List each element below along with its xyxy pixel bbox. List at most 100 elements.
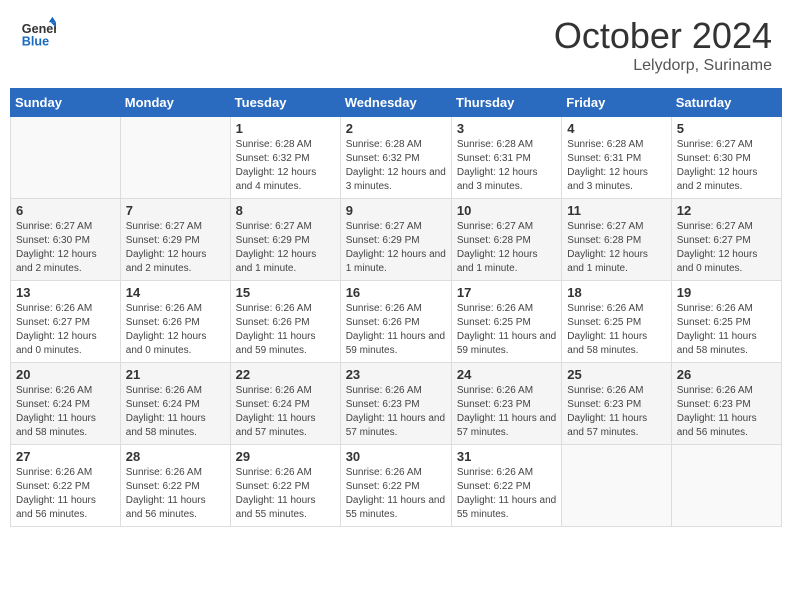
- day-info: Sunrise: 6:26 AMSunset: 6:25 PMDaylight:…: [457, 302, 556, 358]
- weekday-header-thursday: Thursday: [451, 89, 561, 117]
- day-number: 18: [567, 285, 665, 300]
- day-info: Sunrise: 6:27 AMSunset: 6:29 PMDaylight:…: [236, 220, 335, 276]
- week-row-1: 1 Sunrise: 6:28 AMSunset: 6:32 PMDaylight…: [11, 117, 782, 199]
- calendar-cell: 20 Sunrise: 6:26 AMSunset: 6:24 PMDayligh…: [11, 363, 121, 445]
- calendar-cell: 4 Sunrise: 6:28 AMSunset: 6:31 PMDaylight…: [562, 117, 671, 199]
- logo-icon: General Blue: [20, 15, 56, 51]
- calendar-cell: 24 Sunrise: 6:26 AMSunset: 6:23 PMDayligh…: [451, 363, 561, 445]
- calendar-cell: [11, 117, 121, 199]
- day-info: Sunrise: 6:26 AMSunset: 6:24 PMDaylight:…: [126, 384, 225, 440]
- day-info: Sunrise: 6:26 AMSunset: 6:22 PMDaylight:…: [126, 466, 225, 522]
- day-info: Sunrise: 6:28 AMSunset: 6:31 PMDaylight:…: [457, 138, 556, 194]
- week-row-5: 27 Sunrise: 6:26 AMSunset: 6:22 PMDayligh…: [11, 445, 782, 527]
- calendar-cell: 26Sunrise: 6:26 AMSunset: 6:23 PMDayligh…: [671, 363, 781, 445]
- calendar-cell: 16 Sunrise: 6:26 AMSunset: 6:26 PMDayligh…: [340, 281, 451, 363]
- day-info: Sunrise: 6:26 AMSunset: 6:22 PMDaylight:…: [16, 466, 115, 522]
- day-info: Sunrise: 6:26 AMSunset: 6:24 PMDaylight:…: [236, 384, 335, 440]
- weekday-header-monday: Monday: [120, 89, 230, 117]
- day-number: 20: [16, 367, 115, 382]
- page-header: General Blue October 2024 Lelydorp, Suri…: [10, 10, 782, 80]
- day-number: 9: [346, 203, 446, 218]
- weekday-header-sunday: Sunday: [11, 89, 121, 117]
- day-number: 17: [457, 285, 556, 300]
- calendar-cell: 5Sunrise: 6:27 AMSunset: 6:30 PMDaylight…: [671, 117, 781, 199]
- svg-text:Blue: Blue: [22, 35, 49, 49]
- day-number: 30: [346, 449, 446, 464]
- calendar-cell: 17 Sunrise: 6:26 AMSunset: 6:25 PMDayligh…: [451, 281, 561, 363]
- calendar-cell: 6Sunrise: 6:27 AMSunset: 6:30 PMDaylight…: [11, 199, 121, 281]
- day-number: 23: [346, 367, 446, 382]
- weekday-header-saturday: Saturday: [671, 89, 781, 117]
- day-info: Sunrise: 6:27 AMSunset: 6:29 PMDaylight:…: [126, 220, 225, 276]
- calendar-cell: 22Sunrise: 6:26 AMSunset: 6:24 PMDayligh…: [230, 363, 340, 445]
- day-info: Sunrise: 6:28 AMSunset: 6:32 PMDaylight:…: [236, 138, 335, 194]
- week-row-2: 6Sunrise: 6:27 AMSunset: 6:30 PMDaylight…: [11, 199, 782, 281]
- day-number: 1: [236, 121, 335, 136]
- calendar-cell: 23 Sunrise: 6:26 AMSunset: 6:23 PMDayligh…: [340, 363, 451, 445]
- calendar-cell: [562, 445, 671, 527]
- day-info: Sunrise: 6:26 AMSunset: 6:22 PMDaylight:…: [346, 466, 446, 522]
- day-number: 25: [567, 367, 665, 382]
- day-number: 16: [346, 285, 446, 300]
- calendar-cell: 19Sunrise: 6:26 AMSunset: 6:25 PMDayligh…: [671, 281, 781, 363]
- day-number: 29: [236, 449, 335, 464]
- day-info: Sunrise: 6:26 AMSunset: 6:24 PMDaylight:…: [16, 384, 115, 440]
- calendar-cell: 2Sunrise: 6:28 AMSunset: 6:32 PMDaylight…: [340, 117, 451, 199]
- day-info: Sunrise: 6:26 AMSunset: 6:25 PMDaylight:…: [567, 302, 665, 358]
- day-number: 31: [457, 449, 556, 464]
- weekday-header-wednesday: Wednesday: [340, 89, 451, 117]
- calendar-cell: 14Sunrise: 6:26 AMSunset: 6:26 PMDayligh…: [120, 281, 230, 363]
- calendar-table: SundayMondayTuesdayWednesdayThursdayFrid…: [10, 88, 782, 527]
- calendar-cell: 21 Sunrise: 6:26 AMSunset: 6:24 PMDayligh…: [120, 363, 230, 445]
- day-number: 4: [567, 121, 665, 136]
- weekday-header-tuesday: Tuesday: [230, 89, 340, 117]
- day-info: Sunrise: 6:27 AMSunset: 6:28 PMDaylight:…: [457, 220, 556, 276]
- month-title: October 2024: [554, 15, 772, 57]
- calendar-cell: 8 Sunrise: 6:27 AMSunset: 6:29 PMDaylight…: [230, 199, 340, 281]
- day-info: Sunrise: 6:26 AMSunset: 6:23 PMDaylight:…: [346, 384, 446, 440]
- day-info: Sunrise: 6:28 AMSunset: 6:31 PMDaylight:…: [567, 138, 665, 194]
- day-info: Sunrise: 6:27 AMSunset: 6:30 PMDaylight:…: [16, 220, 115, 276]
- day-info: Sunrise: 6:26 AMSunset: 6:27 PMDaylight:…: [16, 302, 115, 358]
- day-number: 24: [457, 367, 556, 382]
- day-number: 21: [126, 367, 225, 382]
- calendar-cell: 1 Sunrise: 6:28 AMSunset: 6:32 PMDaylight…: [230, 117, 340, 199]
- weekday-header-row: SundayMondayTuesdayWednesdayThursdayFrid…: [11, 89, 782, 117]
- calendar-cell: 25 Sunrise: 6:26 AMSunset: 6:23 PMDayligh…: [562, 363, 671, 445]
- day-info: Sunrise: 6:26 AMSunset: 6:23 PMDaylight:…: [567, 384, 665, 440]
- calendar-cell: 27 Sunrise: 6:26 AMSunset: 6:22 PMDayligh…: [11, 445, 121, 527]
- day-info: Sunrise: 6:26 AMSunset: 6:26 PMDaylight:…: [236, 302, 335, 358]
- day-info: Sunrise: 6:28 AMSunset: 6:32 PMDaylight:…: [346, 138, 446, 194]
- day-info: Sunrise: 6:26 AMSunset: 6:22 PMDaylight:…: [457, 466, 556, 522]
- day-number: 28: [126, 449, 225, 464]
- title-block: October 2024 Lelydorp, Suriname: [554, 15, 772, 75]
- logo: General Blue: [20, 15, 60, 51]
- day-number: 13: [16, 285, 115, 300]
- day-info: Sunrise: 6:26 AMSunset: 6:22 PMDaylight:…: [236, 466, 335, 522]
- calendar-cell: 30 Sunrise: 6:26 AMSunset: 6:22 PMDayligh…: [340, 445, 451, 527]
- calendar-cell: 31 Sunrise: 6:26 AMSunset: 6:22 PMDayligh…: [451, 445, 561, 527]
- day-info: Sunrise: 6:26 AMSunset: 6:26 PMDaylight:…: [346, 302, 446, 358]
- location-title: Lelydorp, Suriname: [554, 57, 772, 75]
- day-info: Sunrise: 6:27 AMSunset: 6:28 PMDaylight:…: [567, 220, 665, 276]
- day-number: 10: [457, 203, 556, 218]
- day-number: 27: [16, 449, 115, 464]
- day-number: 26: [677, 367, 776, 382]
- week-row-4: 20 Sunrise: 6:26 AMSunset: 6:24 PMDayligh…: [11, 363, 782, 445]
- day-info: Sunrise: 6:26 AMSunset: 6:23 PMDaylight:…: [457, 384, 556, 440]
- day-number: 11: [567, 203, 665, 218]
- calendar-cell: [671, 445, 781, 527]
- calendar-cell: 29 Sunrise: 6:26 AMSunset: 6:22 PMDayligh…: [230, 445, 340, 527]
- calendar-cell: 10 Sunrise: 6:27 AMSunset: 6:28 PMDayligh…: [451, 199, 561, 281]
- weekday-header-friday: Friday: [562, 89, 671, 117]
- day-number: 3: [457, 121, 556, 136]
- calendar-cell: 15Sunrise: 6:26 AMSunset: 6:26 PMDayligh…: [230, 281, 340, 363]
- calendar-cell: 9Sunrise: 6:27 AMSunset: 6:29 PMDaylight…: [340, 199, 451, 281]
- day-info: Sunrise: 6:27 AMSunset: 6:27 PMDaylight:…: [677, 220, 776, 276]
- day-number: 12: [677, 203, 776, 218]
- week-row-3: 13 Sunrise: 6:26 AMSunset: 6:27 PMDayligh…: [11, 281, 782, 363]
- day-number: 8: [236, 203, 335, 218]
- day-number: 14: [126, 285, 225, 300]
- calendar-cell: 13 Sunrise: 6:26 AMSunset: 6:27 PMDayligh…: [11, 281, 121, 363]
- day-number: 5: [677, 121, 776, 136]
